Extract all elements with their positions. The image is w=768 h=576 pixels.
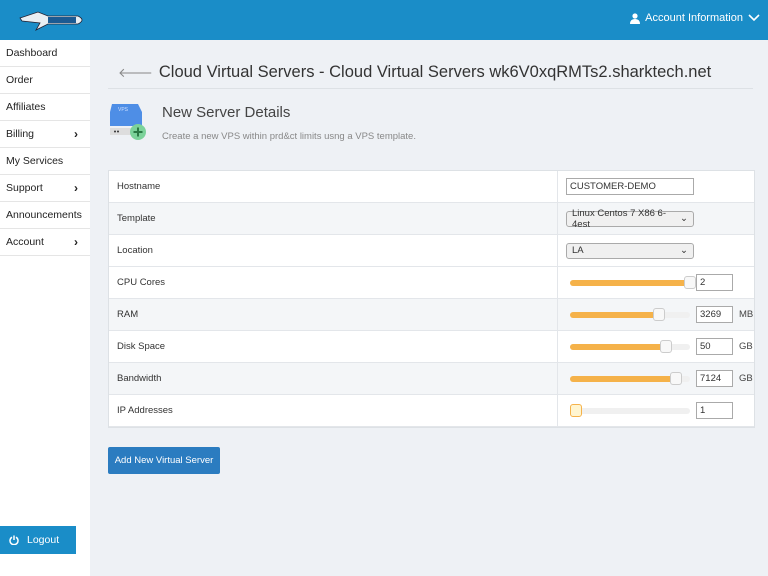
section-title: New Server Details bbox=[162, 104, 291, 121]
sidebar-item-label: Dashboard bbox=[6, 47, 58, 59]
account-label: Account Information bbox=[645, 12, 743, 24]
slider-handle[interactable] bbox=[570, 403, 582, 417]
add-new-virtual-server-button[interactable]: Add New Virtual Server bbox=[108, 447, 220, 474]
sidebar-item-account[interactable]: Account › bbox=[0, 229, 90, 256]
form-row-location: Location LA ⌄ bbox=[109, 235, 754, 267]
form-row-ip: IP Addresses 1 bbox=[109, 395, 754, 427]
sidebar-item-label: Account bbox=[6, 236, 44, 248]
account-information-menu[interactable]: Account Information bbox=[630, 12, 760, 24]
form-row-cpu: CPU Cores 2 bbox=[109, 267, 754, 299]
slider-handle[interactable] bbox=[684, 275, 696, 289]
ip-input[interactable]: 1 bbox=[696, 402, 733, 419]
cpu-slider[interactable] bbox=[570, 275, 696, 289]
logout-button[interactable]: Logout bbox=[0, 526, 76, 554]
ram-unit: MB bbox=[739, 309, 754, 320]
chevron-down-icon: ⌄ bbox=[680, 245, 688, 256]
disk-slider[interactable] bbox=[570, 339, 690, 353]
template-label: Template bbox=[109, 203, 558, 234]
sidebar-item-billing[interactable]: Billing › bbox=[0, 121, 90, 148]
cpu-input[interactable]: 2 bbox=[696, 274, 733, 291]
sharktech-logo[interactable] bbox=[18, 8, 86, 32]
svg-text:VPS: VPS bbox=[118, 107, 129, 113]
sidebar-item-label: Support bbox=[6, 182, 43, 194]
sidebar-item-label: Billing bbox=[6, 128, 35, 140]
disk-input[interactable]: 50 bbox=[696, 338, 733, 355]
bandwidth-label: Bandwidth bbox=[109, 363, 558, 394]
template-select[interactable]: Linux Centos 7 X86 6-4est ⌄ bbox=[566, 207, 694, 230]
form-row-disk: Disk Space 50 GB bbox=[109, 331, 754, 363]
chevron-right-icon: › bbox=[74, 181, 78, 195]
slider-fill bbox=[570, 279, 690, 286]
bandwidth-input[interactable]: 7124 bbox=[696, 370, 733, 387]
sidebar-item-order[interactable]: Order bbox=[0, 67, 90, 94]
slider-fill bbox=[570, 311, 659, 318]
template-value: Linux Centos 7 X86 6-4est bbox=[572, 207, 667, 230]
sidebar-item-label: Order bbox=[6, 74, 33, 86]
disk-label: Disk Space bbox=[109, 331, 558, 362]
server-form: Hostname CUSTOMER-DEMO Template Linux Ce… bbox=[108, 170, 755, 428]
slider-fill bbox=[570, 343, 666, 350]
sidebar-item-label: My Services bbox=[6, 155, 64, 167]
disk-unit: GB bbox=[739, 341, 753, 352]
ip-label: IP Addresses bbox=[109, 395, 558, 426]
sidebar-item-dashboard[interactable]: Dashboard bbox=[0, 40, 90, 67]
cpu-label: CPU Cores bbox=[109, 267, 558, 298]
chevron-right-icon: › bbox=[74, 235, 78, 249]
slider-handle[interactable] bbox=[669, 371, 682, 385]
divider bbox=[108, 88, 753, 89]
hostname-input[interactable]: CUSTOMER-DEMO bbox=[566, 178, 694, 195]
ram-slider[interactable] bbox=[570, 307, 690, 321]
ram-input[interactable]: 3269 bbox=[696, 306, 733, 323]
page-title-text: Cloud Virtual Servers - Cloud Virtual Se… bbox=[158, 63, 712, 81]
location-select[interactable]: LA ⌄ bbox=[566, 242, 694, 259]
form-row-hostname: Hostname CUSTOMER-DEMO bbox=[109, 171, 754, 203]
logout-label: Logout bbox=[27, 534, 60, 546]
power-icon bbox=[9, 535, 19, 545]
top-bar: Account Information bbox=[0, 0, 768, 40]
section-subtitle: Create a new VPS within prd&ct limits us… bbox=[162, 131, 416, 142]
bandwidth-slider[interactable] bbox=[570, 371, 690, 385]
back-arrow-icon[interactable]: 🡐 bbox=[118, 65, 153, 81]
sidebar-item-my-services[interactable]: My Services bbox=[0, 148, 90, 175]
form-row-template: Template Linux Centos 7 X86 6-4est ⌄ bbox=[109, 203, 754, 235]
sidebar-item-label: Announcements bbox=[6, 209, 82, 221]
user-icon bbox=[630, 12, 641, 24]
chevron-right-icon: › bbox=[74, 127, 78, 141]
sidebar-item-support[interactable]: Support › bbox=[0, 175, 90, 202]
location-label: Location bbox=[109, 235, 558, 266]
form-row-bandwidth: Bandwidth 7124 GB bbox=[109, 363, 754, 395]
ram-label: RAM bbox=[109, 299, 558, 330]
slider-handle[interactable] bbox=[660, 339, 672, 353]
ip-slider[interactable] bbox=[570, 403, 690, 417]
page-title: 🡐 Cloud Virtual Servers - Cloud Virtual … bbox=[118, 63, 711, 82]
hostname-label: Hostname bbox=[109, 171, 558, 202]
sidebar-item-label: Affiliates bbox=[6, 101, 46, 113]
vps-add-icon: VPS bbox=[110, 104, 146, 140]
location-value: LA bbox=[572, 245, 584, 256]
bandwidth-unit: GB bbox=[739, 373, 753, 384]
slider-handle[interactable] bbox=[652, 307, 665, 321]
sidebar-item-affiliates[interactable]: Affiliates bbox=[0, 94, 90, 121]
form-row-ram: RAM 3269 MB bbox=[109, 299, 754, 331]
sidebar-item-announcements[interactable]: Announcements bbox=[0, 202, 90, 229]
chevron-down-icon: ⌄ bbox=[680, 213, 688, 224]
chevron-down-icon bbox=[748, 14, 760, 22]
sidebar: Dashboard Order Affiliates Billing › My Servi… bbox=[0, 40, 90, 576]
slider-fill bbox=[570, 375, 676, 382]
